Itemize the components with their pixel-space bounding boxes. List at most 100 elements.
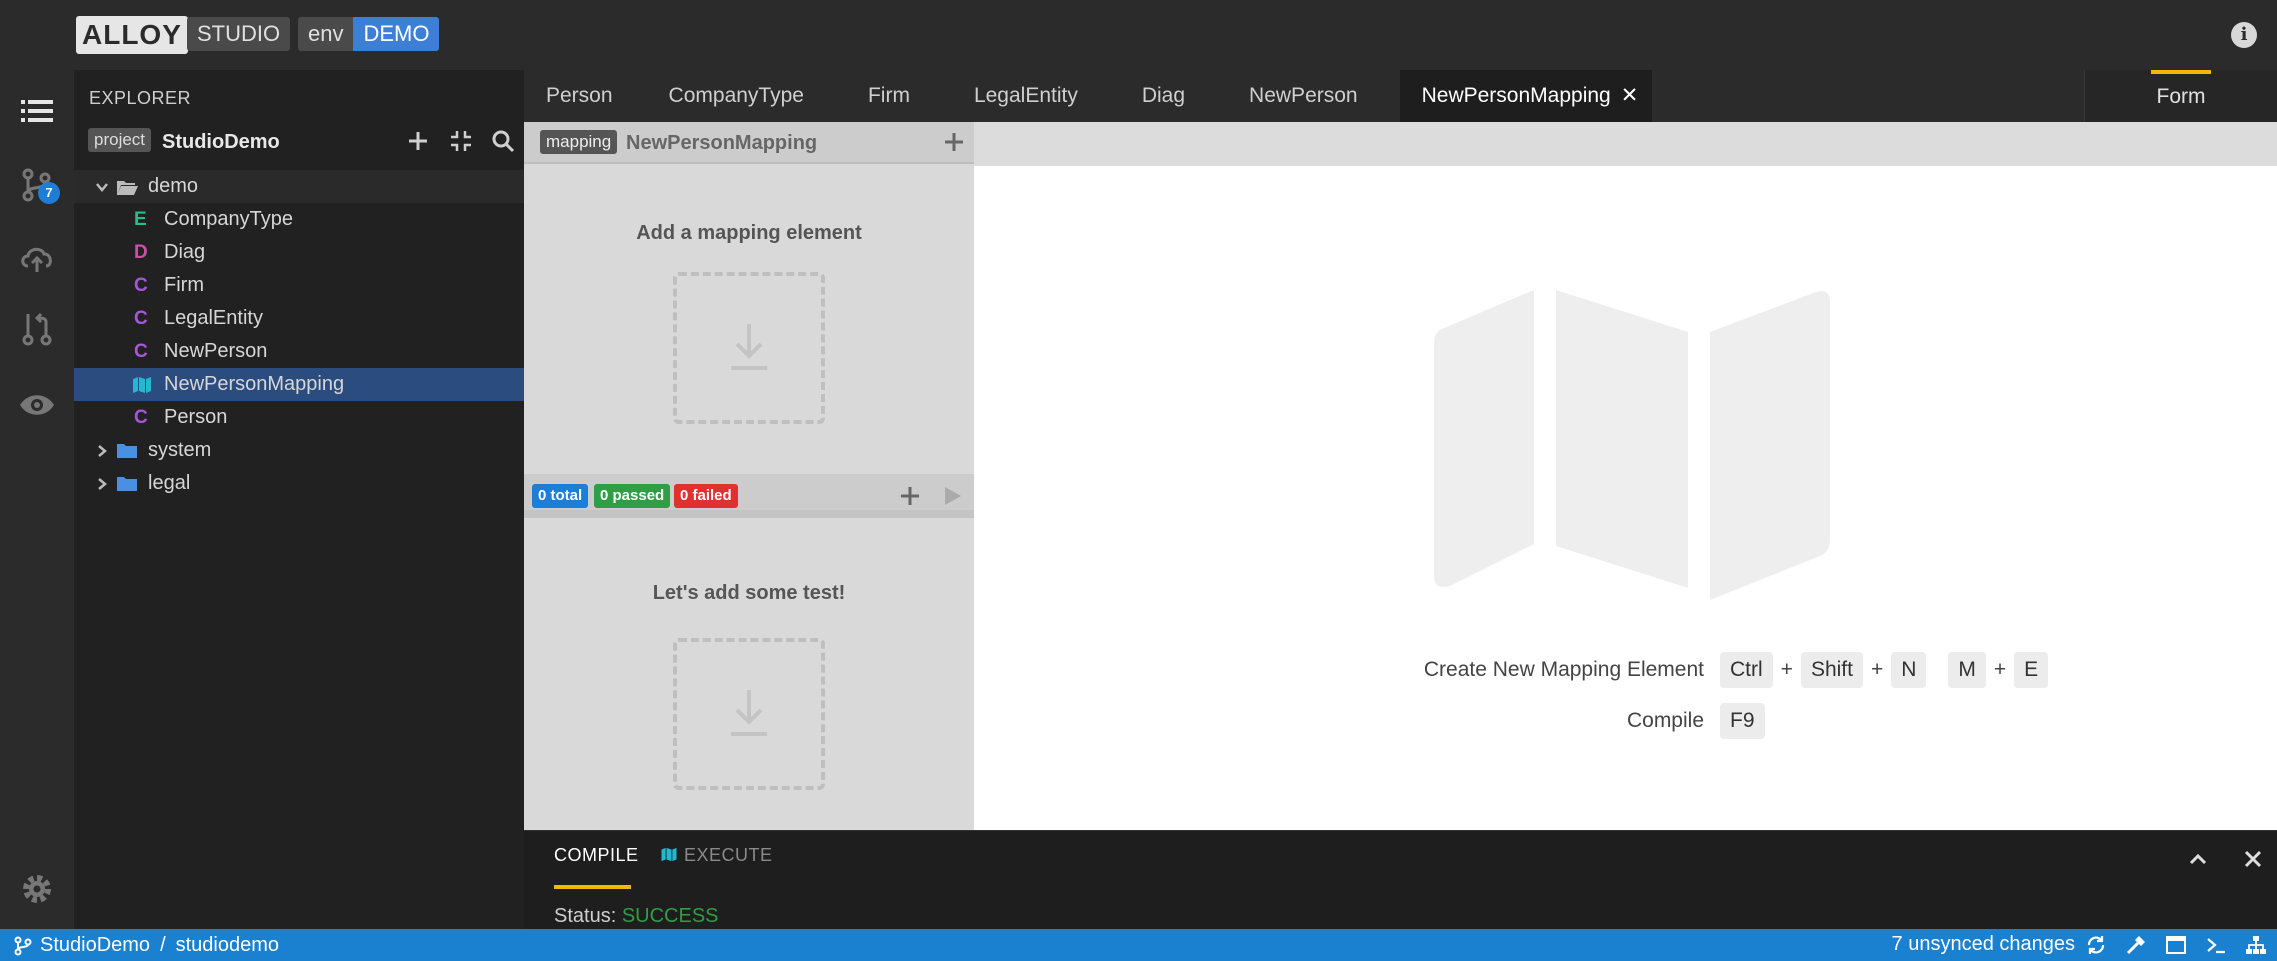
env-value: DEMO xyxy=(353,17,440,51)
key-ctrl: Ctrl xyxy=(1720,652,1773,688)
env-label: env xyxy=(298,17,354,51)
tab-newpersonmapping[interactable]: NewPersonMapping ✕ xyxy=(1399,70,1653,122)
close-icon[interactable]: ✕ xyxy=(1621,70,1639,122)
add-test-title: Let's add some test! xyxy=(652,582,846,604)
branch-icon xyxy=(14,936,32,955)
chevron-right-icon xyxy=(98,445,107,457)
key-shift: Shift xyxy=(1800,652,1863,688)
studio-badge: STUDIO xyxy=(187,17,291,51)
tree-item-label: Diag xyxy=(164,241,206,263)
auxiliary-panel: COMPILE EXECUTE Status: SUCCESS xyxy=(524,830,2277,929)
tree-item-newperson[interactable]: C NewPerson xyxy=(74,335,524,368)
status-bar: StudioDemo / studiodemo 7 unsynced chang… xyxy=(0,929,2277,961)
editor-tabs: Person CompanyType Firm LegalEntity Diag… xyxy=(524,70,2084,122)
download-icon xyxy=(731,324,767,370)
shortcut-create-mapping: Create New Mapping Element Ctrl + Shift … xyxy=(974,652,2049,688)
workspace-indicator[interactable]: StudioDemo / studiodemo xyxy=(14,934,279,957)
info-icon[interactable]: i xyxy=(2231,22,2257,48)
tab-label: NewPersonMapping xyxy=(1421,84,1611,107)
mapping-badge: mapping xyxy=(540,130,618,154)
form-mode-tab[interactable]: Form xyxy=(2084,70,2277,122)
tree-item-diag[interactable]: D Diag xyxy=(74,236,524,269)
app-logo: ALLOY xyxy=(76,16,188,54)
unsynced-changes[interactable]: 7 unsynced changes xyxy=(1892,933,2075,956)
hammer-icon[interactable] xyxy=(2125,934,2147,956)
eye-icon[interactable] xyxy=(18,386,56,424)
compile-tab-label: COMPILE xyxy=(554,845,639,865)
active-indicator xyxy=(554,885,631,889)
tab-compile[interactable]: COMPILE xyxy=(554,845,639,889)
chevron-right-icon xyxy=(98,478,107,490)
status-label: Status: xyxy=(554,905,617,927)
key-n: N xyxy=(1891,652,1927,688)
search-icon[interactable] xyxy=(490,128,516,154)
tests-total-badge: 0 total xyxy=(532,484,589,508)
mapping-name: NewPersonMapping xyxy=(626,132,818,154)
tree-item-label: Firm xyxy=(164,274,204,296)
project-bar: project StudioDemo xyxy=(74,122,524,160)
form-mode-label: Form xyxy=(2156,85,2206,108)
tree-item-label: demo xyxy=(148,175,199,197)
tree-folder-system[interactable]: system xyxy=(74,434,524,467)
tab-firm[interactable]: Firm xyxy=(826,70,932,122)
editor-toolbar xyxy=(974,122,2277,166)
mapping-dropzone[interactable] xyxy=(673,272,825,424)
enum-kind-badge: E xyxy=(134,209,147,230)
terminal-icon[interactable] xyxy=(2205,934,2227,956)
test-dropzone[interactable] xyxy=(673,638,825,790)
tree-item-person[interactable]: C Person xyxy=(74,401,524,434)
tree-item-firm[interactable]: C Firm xyxy=(74,269,524,302)
activity-bar: 7 xyxy=(0,70,74,929)
window-icon[interactable] xyxy=(2165,934,2187,956)
sync-icon[interactable] xyxy=(2085,934,2107,956)
chevron-down-icon xyxy=(96,183,108,192)
run-tests-icon[interactable] xyxy=(940,484,964,508)
sitemap-icon[interactable] xyxy=(2245,934,2267,956)
add-mapping-element-icon[interactable] xyxy=(942,130,966,154)
project-name: StudioDemo xyxy=(162,131,280,153)
tab-legalentity[interactable]: LegalEntity xyxy=(932,70,1100,122)
app-header: ALLOY STUDIO env DEMO i xyxy=(0,0,2277,70)
tree-item-newpersonmapping[interactable]: NewPersonMapping xyxy=(74,368,524,401)
key-e: E xyxy=(2014,652,2049,688)
tests-failed-badge: 0 failed xyxy=(674,484,738,508)
explorer-title: EXPLORER xyxy=(89,88,192,108)
gear-icon[interactable] xyxy=(18,870,56,908)
map-icon xyxy=(1434,290,1830,600)
tab-execute[interactable]: EXECUTE xyxy=(660,845,773,866)
review-icon[interactable] xyxy=(18,310,56,348)
tree-folder-demo[interactable]: demo xyxy=(74,170,524,203)
status-workspace: studiodemo xyxy=(175,934,280,956)
mapping-icon xyxy=(661,847,677,862)
tree-item-label: legal xyxy=(148,472,191,494)
explorer-tree: demo E CompanyType D Diag C Firm C Legal… xyxy=(74,170,524,500)
test-summary-bar: 0 total 0 passed 0 failed xyxy=(524,474,974,518)
folder-icon xyxy=(117,477,137,491)
collapse-tree-icon[interactable] xyxy=(448,128,474,154)
tab-person[interactable]: Person xyxy=(524,70,635,122)
class-kind-badge: C xyxy=(134,341,148,362)
add-element-icon[interactable] xyxy=(405,128,431,154)
tree-folder-legal[interactable]: legal xyxy=(74,467,524,500)
add-mapping-element-title: Add a mapping element xyxy=(636,222,862,244)
add-test-icon[interactable] xyxy=(898,484,922,508)
key-m: M xyxy=(1948,652,1986,688)
status-value: SUCCESS xyxy=(621,905,719,927)
class-kind-badge: C xyxy=(134,407,148,428)
close-icon[interactable] xyxy=(2241,847,2265,871)
tab-newperson[interactable]: NewPerson xyxy=(1207,70,1380,122)
key-plus: + xyxy=(1993,658,2007,681)
status-actions: 7 unsynced changes xyxy=(1892,933,2267,956)
tab-diag[interactable]: Diag xyxy=(1100,70,1207,122)
tree-item-companytype[interactable]: E CompanyType xyxy=(74,203,524,236)
tab-companytype[interactable]: CompanyType xyxy=(635,70,826,122)
env-badge: env DEMO xyxy=(298,17,440,51)
explorer-icon[interactable] xyxy=(18,92,56,130)
project-badge: project xyxy=(88,128,152,152)
source-control-badge: 7 xyxy=(38,182,60,204)
cloud-upload-icon[interactable] xyxy=(18,238,56,276)
compile-status: Status: SUCCESS xyxy=(554,905,719,928)
shortcut-compile: Compile F9 xyxy=(974,703,1765,739)
chevron-up-icon[interactable] xyxy=(2186,847,2210,871)
tree-item-legalentity[interactable]: C LegalEntity xyxy=(74,302,524,335)
